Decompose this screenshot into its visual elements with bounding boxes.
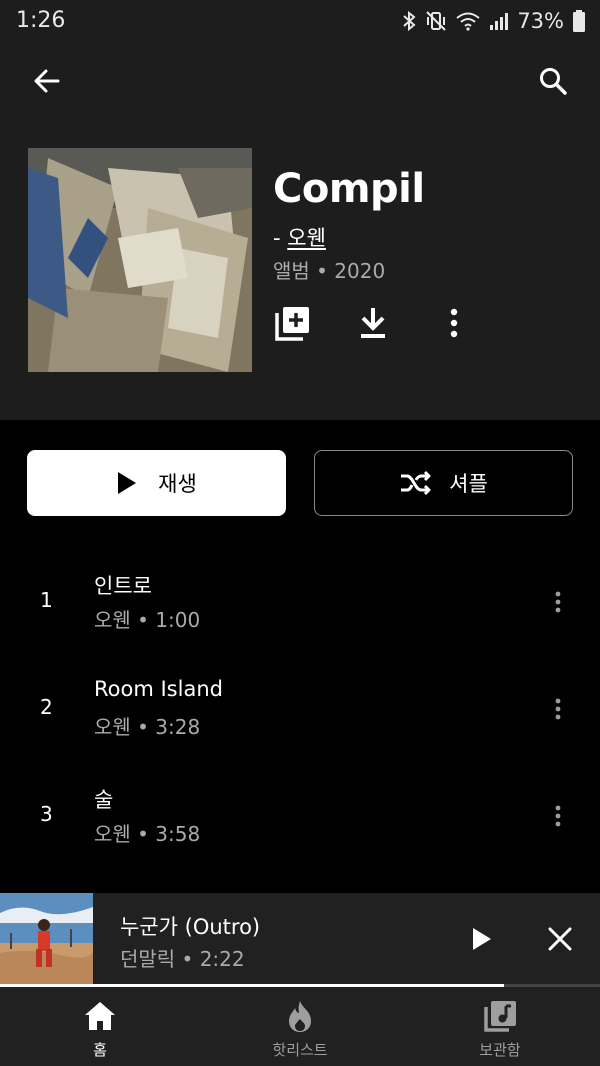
more-vertical-icon (555, 698, 561, 720)
download-icon (361, 308, 385, 338)
nav-label: 홈 (93, 1041, 107, 1059)
track-number: 2 (40, 695, 53, 719)
track-title: 술 (94, 788, 114, 812)
album-art (28, 148, 252, 372)
search-icon (540, 68, 567, 95)
nav-item-home[interactable]: 홈 (0, 987, 200, 1066)
mini-player-close-button[interactable] (540, 919, 580, 959)
play-label: 재생 (158, 472, 197, 496)
track-list: 1 인트로 오웬 • 1:00 2 Room Island 오웬 • 3:28 … (0, 548, 600, 869)
track-more-button[interactable] (540, 691, 576, 727)
nav-item-library[interactable]: 보관함 (400, 987, 600, 1066)
status-time: 1:26 (16, 8, 66, 33)
shuffle-label: 셔플 (449, 472, 488, 496)
home-icon (83, 999, 117, 1033)
arrow-left-icon (34, 69, 60, 93)
artist-link[interactable]: 오웬 (287, 226, 326, 250)
library-add-icon (275, 307, 309, 341)
play-icon (473, 928, 491, 950)
bluetooth-icon (403, 10, 416, 32)
search-button[interactable] (532, 60, 574, 102)
nav-label: 핫리스트 (272, 1041, 328, 1059)
more-options-button[interactable] (431, 300, 477, 346)
battery-percent: 73% (517, 9, 564, 33)
album-meta: 앨범 • 2020 (273, 259, 386, 283)
track-row[interactable]: 2 Room Island 오웬 • 3:28 (0, 655, 600, 762)
library-icon (483, 999, 517, 1033)
mini-player-subtitle: 던말릭 • 2:22 (120, 947, 245, 971)
close-icon (548, 927, 572, 951)
more-vertical-icon (555, 591, 561, 613)
track-more-button[interactable] (540, 798, 576, 834)
artist-prefix: - (273, 226, 288, 250)
shuffle-button[interactable]: 셔플 (314, 450, 573, 516)
mini-player-play-button[interactable] (462, 919, 502, 959)
nav-label: 보관함 (479, 1041, 521, 1059)
mini-player-art (0, 893, 93, 986)
shuffle-icon (401, 470, 431, 496)
album-title: Compil (273, 166, 425, 212)
track-title: 인트로 (94, 574, 152, 598)
track-row[interactable]: 1 인트로 오웬 • 1:00 (0, 548, 600, 655)
play-button[interactable]: 재생 (27, 450, 286, 516)
more-vertical-icon (555, 805, 561, 827)
vibrate-mute-icon (426, 11, 447, 31)
status-bar: 1:26 73% (0, 0, 600, 42)
nav-item-hotlist[interactable]: 핫리스트 (200, 987, 400, 1066)
track-subtitle: 오웬 • 3:58 (94, 822, 201, 846)
album-actions (270, 300, 480, 346)
play-icon (118, 472, 137, 494)
track-more-button[interactable] (540, 584, 576, 620)
album-artist-line: - 오웬 (273, 222, 326, 252)
track-row[interactable]: 3 술 오웬 • 3:58 (0, 762, 600, 869)
add-to-library-button[interactable] (270, 300, 316, 346)
mini-player[interactable]: 누군가 (Outro) 던말릭 • 2:22 (0, 893, 600, 987)
track-number: 1 (40, 588, 53, 612)
battery-icon (573, 10, 585, 32)
track-title: Room Island (94, 677, 223, 701)
track-subtitle: 오웬 • 3:28 (94, 715, 201, 739)
flame-icon (283, 999, 317, 1033)
back-button[interactable] (26, 60, 68, 102)
wifi-icon (456, 12, 480, 31)
signal-icon (490, 13, 509, 30)
download-button[interactable] (350, 300, 396, 346)
more-vertical-icon (450, 308, 458, 338)
track-subtitle: 오웬 • 1:00 (94, 608, 201, 632)
track-number: 3 (40, 802, 53, 826)
mini-player-title: 누군가 (Outro) (120, 915, 261, 939)
status-icons: 73% (401, 8, 586, 34)
bottom-nav: 홈 핫리스트 보관함 (0, 987, 600, 1066)
